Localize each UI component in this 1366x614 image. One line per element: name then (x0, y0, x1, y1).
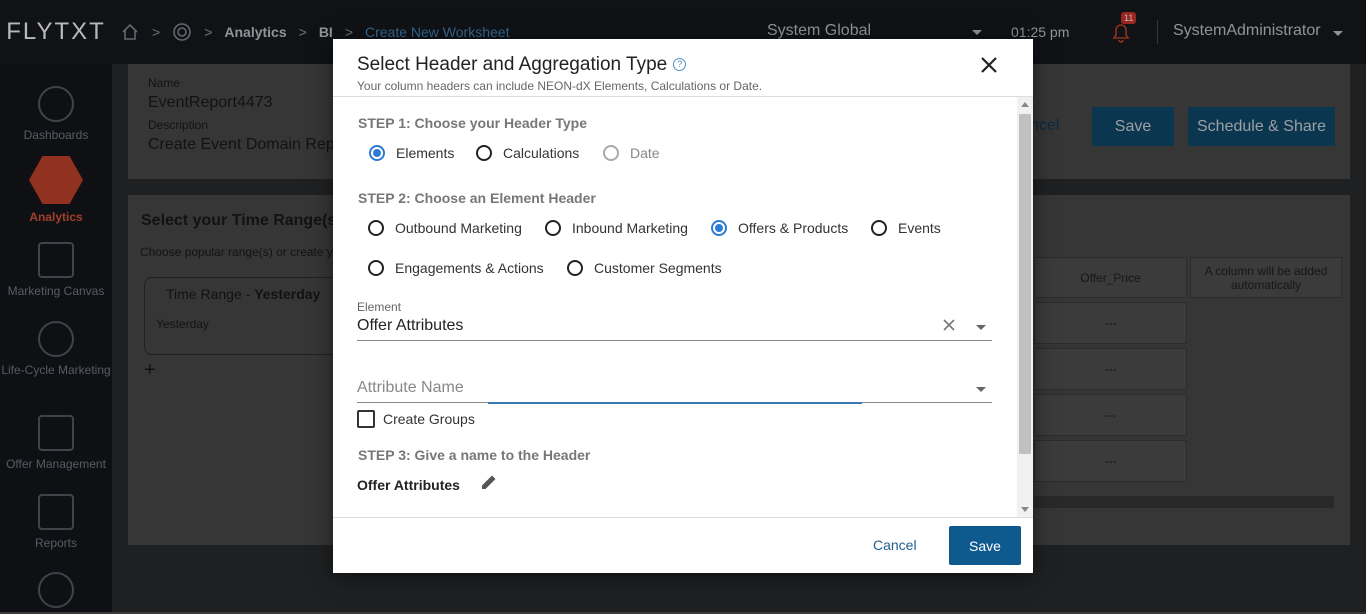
dialog-subtitle: Your column headers can include NEON-dX … (357, 79, 763, 93)
pencil-icon[interactable] (479, 472, 499, 492)
radio-label: Outbound Marketing (395, 220, 522, 236)
create-groups-checkbox[interactable]: Create Groups (357, 410, 475, 428)
chevron-down-icon[interactable] (976, 387, 986, 392)
radio-inbound-marketing[interactable]: Inbound Marketing (545, 220, 688, 236)
focus-underline (488, 402, 862, 404)
radio-unchecked-icon (545, 220, 561, 236)
scroll-thumb[interactable] (1019, 114, 1031, 454)
radio-events[interactable]: Events (871, 220, 941, 236)
help-icon[interactable]: ? (673, 58, 687, 72)
radio-label: Calculations (503, 145, 580, 161)
radio-outbound-marketing[interactable]: Outbound Marketing (368, 220, 522, 236)
radio-label: Date (630, 145, 660, 161)
element-select[interactable]: Offer Attributes (357, 317, 992, 341)
dialog-body: STEP 1: Choose your Header Type Elements… (333, 97, 1017, 517)
cancel-button[interactable]: Cancel (873, 537, 917, 553)
radio-label: Customer Segments (594, 260, 722, 276)
radio-label: Elements (396, 145, 455, 161)
radio-engagements-actions[interactable]: Engagements & Actions (368, 260, 544, 276)
close-icon[interactable] (977, 53, 1001, 77)
scroll-down-icon[interactable] (1021, 507, 1029, 512)
radio-label: Engagements & Actions (395, 260, 544, 276)
radio-header-type-calculations[interactable]: Calculations (476, 145, 579, 161)
header-name: Offer Attributes (357, 477, 460, 493)
radio-unchecked-icon (567, 260, 583, 276)
clear-icon[interactable] (942, 318, 956, 332)
chevron-down-icon[interactable] (976, 325, 986, 330)
header-aggregation-dialog: Select Header and Aggregation Type? Your… (333, 39, 1033, 573)
radio-header-type-elements[interactable]: Elements (369, 145, 454, 161)
vertical-scrollbar[interactable] (1017, 97, 1033, 517)
step3-title: STEP 3: Give a name to the Header (358, 447, 591, 463)
step1-title: STEP 1: Choose your Header Type (358, 115, 587, 131)
radio-label: Events (898, 220, 941, 236)
radio-label: Inbound Marketing (572, 220, 688, 236)
dialog-title: Select Header and Aggregation Type? (357, 54, 687, 76)
radio-label: Offers & Products (738, 220, 849, 236)
radio-unchecked-icon (368, 220, 384, 236)
scroll-up-icon[interactable] (1021, 102, 1029, 107)
radio-customer-segments[interactable]: Customer Segments (567, 260, 722, 276)
radio-offers-products[interactable]: Offers & Products (711, 220, 848, 236)
radio-checked-icon (711, 220, 727, 236)
element-value: Offer Attributes (357, 317, 464, 334)
attribute-name-select[interactable]: Attribute Name (357, 379, 992, 403)
radio-checked-icon (369, 145, 385, 161)
divider (333, 517, 1033, 518)
radio-unchecked-icon (368, 260, 384, 276)
checkbox-icon (357, 410, 375, 428)
element-label: Element (357, 300, 402, 314)
attribute-placeholder: Attribute Name (357, 379, 464, 396)
save-button[interactable]: Save (949, 526, 1021, 565)
radio-unchecked-icon (871, 220, 887, 236)
checkbox-label: Create Groups (383, 411, 475, 427)
radio-unchecked-icon (603, 145, 619, 161)
radio-header-type-date: Date (603, 145, 660, 161)
radio-unchecked-icon (476, 145, 492, 161)
step2-title: STEP 2: Choose an Element Header (358, 190, 596, 206)
